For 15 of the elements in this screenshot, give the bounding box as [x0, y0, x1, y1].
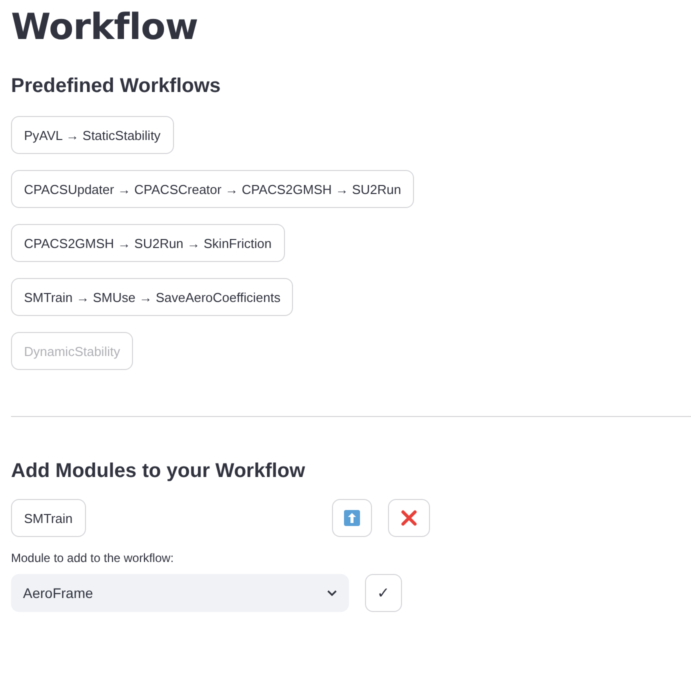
confirm-button[interactable]: ✓ [365, 574, 402, 612]
module-button[interactable]: SMTrain [11, 499, 86, 537]
section-heading: Add Modules to your Workflow [11, 459, 306, 484]
section-heading: Predefined Workflows [11, 74, 222, 99]
workflow-button[interactable]: CPACSUpdater → CPACSCreator → CPACS2GMSH → SU2Run [11, 170, 414, 208]
chevron-down-icon [327, 590, 337, 596]
workflow-button[interactable]: CPACS2GMSH → SU2Run → SkinFriction [11, 224, 285, 262]
module-select[interactable]: AeroFrame [11, 574, 349, 612]
close-icon [400, 509, 418, 527]
select-label: Module to add to the workflow: [11, 551, 175, 565]
remove-button[interactable] [388, 499, 430, 537]
workflow-button[interactable]: SMTrain → SMUse → SaveAeroCoefficients [11, 278, 294, 316]
workflow-button[interactable]: PyAVL → StaticStability [11, 116, 174, 154]
move-up-button[interactable] [332, 499, 372, 537]
page-title: Workflow [11, 6, 199, 50]
